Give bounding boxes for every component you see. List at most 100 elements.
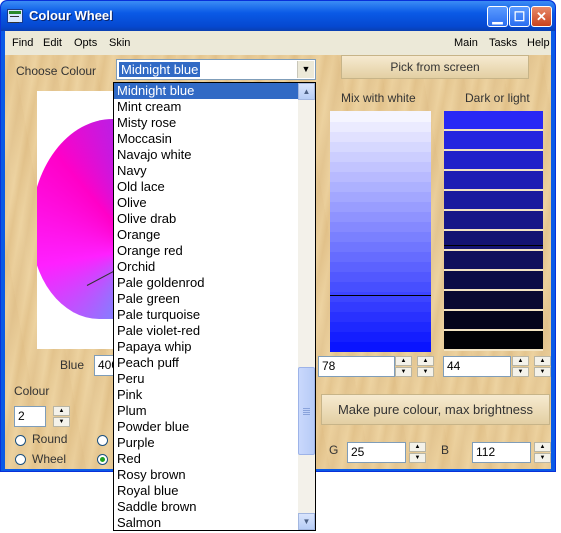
round-radio[interactable] [15, 435, 26, 446]
colour-value-field[interactable]: 2 [14, 406, 46, 427]
window-title: Colour Wheel [29, 8, 113, 23]
colour-dropdown-list[interactable]: Midnight blue Mint cream Misty rose Moccasi… [113, 82, 316, 531]
dropdown-option[interactable]: Mint cream [114, 99, 298, 115]
chevron-down-icon[interactable]: ▼ [297, 61, 314, 78]
dark-swatch [444, 231, 543, 249]
colour-combobox[interactable]: Midnight blue ▼ [116, 59, 316, 80]
menu-find[interactable]: Find [12, 37, 33, 49]
b-label: B [441, 443, 450, 457]
close-button[interactable]: ✕ [531, 6, 552, 27]
dropdown-option[interactable]: Navy [114, 163, 298, 179]
dropdown-option[interactable]: Orange red [114, 243, 298, 259]
title-bar[interactable]: Colour Wheel ▁ ☐ ✕ [1, 1, 555, 31]
mix-swatch [330, 331, 431, 342]
dropdown-option[interactable]: Red [114, 451, 298, 467]
dropdown-option[interactable]: Plum [114, 403, 298, 419]
dropdown-option[interactable]: Royal blue [114, 483, 298, 499]
arrow-down-icon[interactable]: ▼ [395, 367, 412, 377]
arrow-down-icon[interactable]: ▼ [512, 367, 529, 377]
mix-swatch [330, 321, 431, 332]
menu-main[interactable]: Main [454, 37, 478, 49]
dropdown-option[interactable]: Pale green [114, 291, 298, 307]
arrow-up-icon[interactable]: ▲ [512, 356, 529, 366]
menu-help[interactable]: Help [527, 37, 550, 49]
minimize-button[interactable]: ▁ [487, 6, 508, 27]
mix-swatch [330, 301, 431, 312]
dropdown-option[interactable]: Pale turquoise [114, 307, 298, 323]
wheel-radio[interactable] [15, 454, 26, 465]
mix-swatch [330, 291, 431, 302]
round-radio-2[interactable] [97, 435, 108, 446]
maximize-button[interactable]: ☐ [509, 6, 530, 27]
dropdown-option[interactable]: Orange [114, 227, 298, 243]
dropdown-option[interactable]: Pale violet-red [114, 323, 298, 339]
mix-swatch [330, 231, 431, 242]
dropdown-option[interactable]: Salmon [114, 515, 298, 530]
arrow-down-icon[interactable]: ▼ [534, 367, 551, 377]
grip-line [303, 412, 310, 413]
mix-value-field[interactable]: 78 [318, 356, 395, 377]
arrow-down-icon[interactable]: ▼ [53, 417, 70, 427]
arrow-up-icon[interactable]: ▲ [417, 356, 434, 366]
dropdown-option[interactable]: Saddle brown [114, 499, 298, 515]
mix-swatch [330, 181, 431, 192]
mix-swatch [330, 271, 431, 282]
mix-with-white-gradient[interactable] [330, 111, 431, 352]
dropdown-option[interactable]: Misty rose [114, 115, 298, 131]
arrow-up-icon[interactable]: ▲ [409, 442, 426, 452]
mix-stepper[interactable]: ▲ ▼ [395, 356, 412, 377]
dropdown-option[interactable]: Olive [114, 195, 298, 211]
arrow-down-icon[interactable]: ▼ [417, 367, 434, 377]
scroll-down-icon[interactable]: ▼ [298, 513, 315, 530]
wheel-radio-2[interactable] [97, 454, 108, 465]
pick-from-screen-button[interactable]: Pick from screen [341, 55, 529, 79]
arrow-up-icon[interactable]: ▲ [534, 442, 551, 452]
mix-swatch [330, 241, 431, 252]
g-value-field[interactable]: 25 [347, 442, 406, 463]
dropdown-option[interactable]: Moccasin [114, 131, 298, 147]
dark-swatch [444, 331, 543, 349]
mix-stepper-2[interactable]: ▲ ▼ [417, 356, 434, 377]
app-icon[interactable] [7, 9, 23, 23]
colour-wheel[interactable] [37, 91, 117, 349]
dropdown-option[interactable]: Pale goldenrod [114, 275, 298, 291]
minimize-icon: ▁ [492, 9, 503, 24]
b-value-field[interactable]: 112 [472, 442, 531, 463]
dropdown-option[interactable]: Peach puff [114, 355, 298, 371]
colour-stepper[interactable]: ▲ ▼ [53, 406, 70, 427]
menu-opts[interactable]: Opts [74, 37, 97, 49]
arrow-up-icon[interactable]: ▲ [534, 356, 551, 366]
b-stepper[interactable]: ▲ ▼ [534, 442, 551, 463]
menu-skin[interactable]: Skin [109, 37, 130, 49]
dark-or-light-swatches[interactable] [444, 111, 543, 351]
dropdown-option[interactable]: Old lace [114, 179, 298, 195]
dropdown-option[interactable]: Navajo white [114, 147, 298, 163]
mix-swatch [330, 201, 431, 212]
arrow-up-icon[interactable]: ▲ [395, 356, 412, 366]
dark-stepper[interactable]: ▲ ▼ [512, 356, 529, 377]
mix-swatch [330, 161, 431, 172]
scroll-up-icon[interactable]: ▲ [298, 83, 315, 100]
arrow-up-icon[interactable]: ▲ [53, 406, 70, 416]
dropdown-option[interactable]: Purple [114, 435, 298, 451]
g-stepper[interactable]: ▲ ▼ [409, 442, 426, 463]
scrollbar[interactable]: ▲ ▼ [298, 83, 315, 530]
arrow-down-icon[interactable]: ▼ [409, 453, 426, 463]
dropdown-option[interactable]: Peru [114, 371, 298, 387]
dropdown-option[interactable]: Pink [114, 387, 298, 403]
dropdown-option[interactable]: Midnight blue [114, 83, 298, 99]
scrollbar-thumb[interactable] [298, 367, 315, 455]
dark-swatch [444, 311, 543, 329]
arrow-down-icon[interactable]: ▼ [534, 453, 551, 463]
dropdown-option[interactable]: Papaya whip [114, 339, 298, 355]
dropdown-option[interactable]: Powder blue [114, 419, 298, 435]
dark-stepper-2[interactable]: ▲ ▼ [534, 356, 551, 377]
dark-value-field[interactable]: 44 [443, 356, 511, 377]
dark-swatch [444, 251, 543, 269]
make-pure-colour-button[interactable]: Make pure colour, max brightness [321, 394, 550, 425]
menu-tasks[interactable]: Tasks [489, 37, 517, 49]
menu-edit[interactable]: Edit [43, 37, 62, 49]
dropdown-option[interactable]: Rosy brown [114, 467, 298, 483]
dropdown-option[interactable]: Orchid [114, 259, 298, 275]
dropdown-option[interactable]: Olive drab [114, 211, 298, 227]
